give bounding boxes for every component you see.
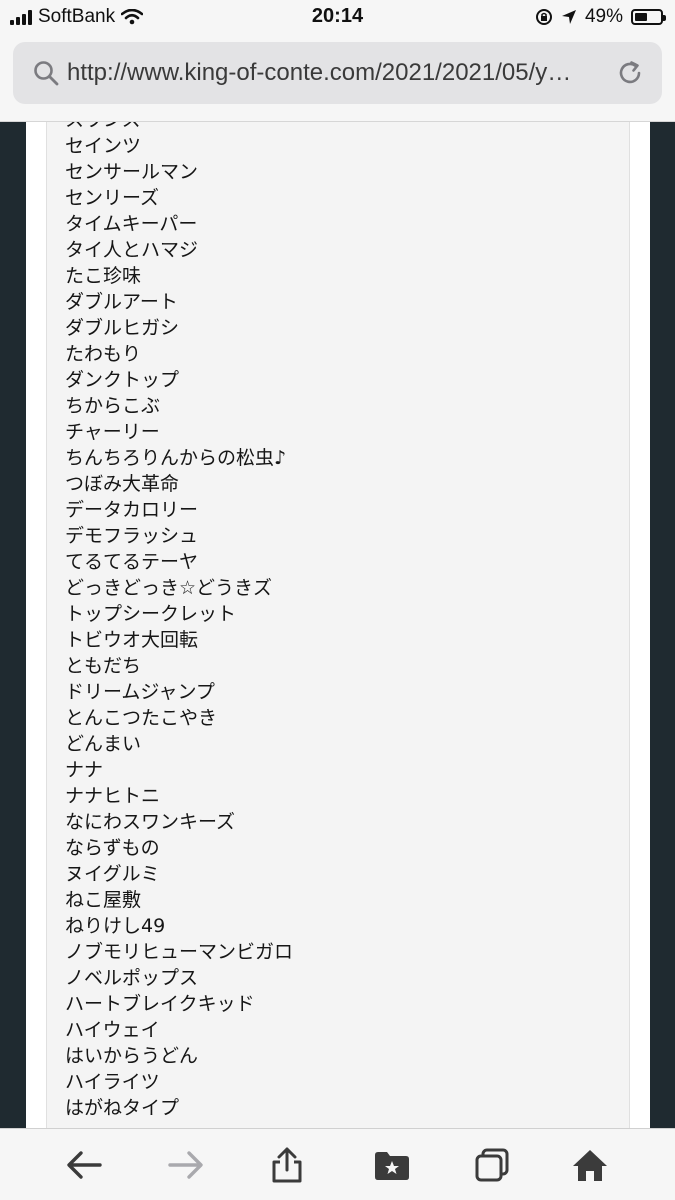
battery-percent: 49% <box>584 6 623 27</box>
battery-icon <box>631 9 666 25</box>
browser-toolbar <box>0 1128 675 1200</box>
list-item: つぼみ大革命 <box>65 473 180 495</box>
list-item: スワンス <box>65 122 293 133</box>
list-item: トビウオ大回転 <box>65 629 199 651</box>
list-item: ドリームジャンプ <box>65 681 215 703</box>
list-item: たわもり <box>65 343 142 365</box>
tabs-button[interactable] <box>470 1143 514 1187</box>
list-item: ねこ屋敷 <box>65 889 142 911</box>
home-icon <box>573 1150 607 1181</box>
list-item: ハイウェイ <box>65 1019 160 1041</box>
url-text[interactable]: http://www.king-of-conte.com/2021/2021/0… <box>67 59 603 87</box>
search-icon <box>33 60 59 86</box>
list-item: ナナヒトニ <box>65 785 161 807</box>
list-item: はがねタイプ <box>65 1097 180 1119</box>
list-item: ちからこぶ <box>65 395 161 417</box>
list-item: セインツ <box>65 135 142 157</box>
list-item: ともだち <box>65 655 142 677</box>
list-item: ダブルアート <box>65 291 178 313</box>
list-item: ノベルポップス <box>65 967 199 989</box>
bookmarks-button[interactable] <box>370 1143 414 1187</box>
list-item: どんまい <box>65 733 142 755</box>
status-bar: SoftBank 20:14 49% <box>0 0 675 34</box>
battery-level <box>635 13 647 21</box>
name-list-box: スワンスセインツセンサールマンセンリーズタイムキーパータイ人とハマジたこ珍味ダブ… <box>46 122 630 1128</box>
list-item: ハイライツ <box>65 1071 160 1093</box>
share-icon <box>272 1147 302 1183</box>
home-button[interactable] <box>568 1143 612 1187</box>
list-item: センサールマン <box>65 161 199 183</box>
list-item: ノブモリヒューマンビガロ <box>65 941 294 963</box>
list-item: センリーズ <box>65 187 160 209</box>
list-item: ダンクトップ <box>65 369 180 391</box>
list-item: たこ珍味 <box>65 265 142 287</box>
list-item: データカロリー <box>65 499 199 521</box>
share-button[interactable] <box>265 1143 309 1187</box>
bookmarks-icon <box>375 1152 409 1180</box>
list-item: ヌイグルミ <box>65 863 160 885</box>
page-body: スワンスセインツセンサールマンセンリーズタイムキーパータイ人とハマジたこ珍味ダブ… <box>26 122 650 1128</box>
back-button[interactable] <box>62 1143 106 1187</box>
location-arrow-icon <box>561 10 576 24</box>
list-item: ナナ <box>65 759 104 781</box>
reload-icon[interactable] <box>616 59 644 87</box>
list-item: てるてるテーヤ <box>65 551 199 573</box>
list-item: タイムキーパー <box>65 213 198 235</box>
list-item: デモフラッシュ <box>65 525 199 547</box>
list-item: どっきどっき☆どうきズ <box>65 577 273 599</box>
list-item: トップシークレット <box>65 603 237 625</box>
list-item: ダブルヒガシ <box>65 317 180 339</box>
list-item: タイ人とハマジ <box>65 239 199 261</box>
forward-button[interactable] <box>164 1143 208 1187</box>
browser-address-area: http://www.king-of-conte.com/2021/2021/0… <box>0 34 675 122</box>
list-item: ねりけし49 <box>65 915 166 937</box>
tabs-icon <box>475 1148 509 1182</box>
list-item: とんこつたこやき <box>65 707 218 729</box>
list-item: チャーリー <box>65 421 160 443</box>
forward-icon <box>168 1151 203 1179</box>
name-list: スワンスセインツセンサールマンセンリーズタイムキーパータイ人とハマジたこ珍味ダブ… <box>65 122 293 1121</box>
list-item: なにわスワンキーズ <box>65 811 236 833</box>
list-item: ちんちろりんからの松虫♪ <box>65 447 287 469</box>
back-icon <box>67 1151 102 1179</box>
address-bar[interactable]: http://www.king-of-conte.com/2021/2021/0… <box>13 42 662 104</box>
status-indicators: 49% <box>535 6 666 28</box>
orientation-lock-icon <box>535 9 552 25</box>
list-item: はいからうどん <box>65 1045 199 1067</box>
list-item: ならずもの <box>65 837 160 859</box>
web-content[interactable]: スワンスセインツセンサールマンセンリーズタイムキーパータイ人とハマジたこ珍味ダブ… <box>0 122 675 1128</box>
list-item: ハートブレイクキッド <box>65 993 255 1015</box>
